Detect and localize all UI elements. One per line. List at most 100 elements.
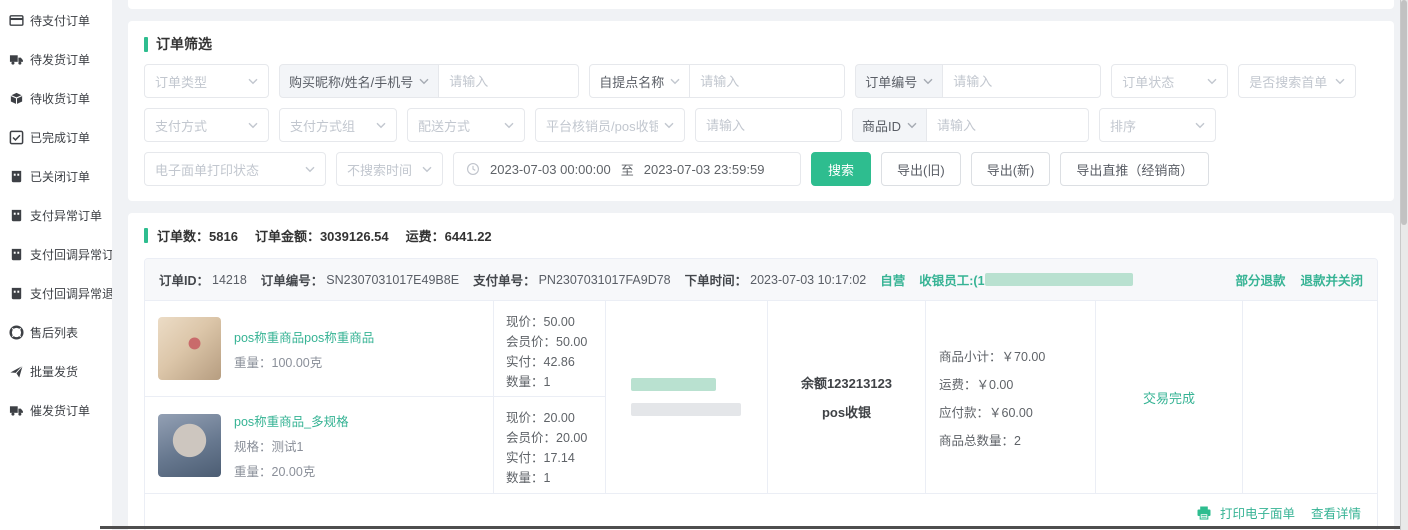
badge-icon xyxy=(9,208,24,223)
lifebuoy-icon xyxy=(9,325,24,340)
order-amount-stat: 订单金额：3039126.54 xyxy=(255,226,389,245)
product-name-link[interactable]: pos称重商品pos称重商品 xyxy=(234,327,374,346)
horizontal-scrollbar[interactable] xyxy=(100,526,1400,529)
chevron-down-icon xyxy=(305,166,315,173)
date-range-picker[interactable]: 2023-07-03 00:00:00 至 2023-07-03 23:59:5… xyxy=(453,152,801,186)
sidebar-item-callback-exception-order[interactable]: 支付回调异常订单 xyxy=(0,235,112,274)
chevron-down-icon xyxy=(248,78,258,85)
pos-clerk-select[interactable]: 平台核销员/pos收银员信 xyxy=(535,108,685,142)
time-search-mode-select[interactable]: 不搜索时间 xyxy=(336,152,443,186)
redacted-customer-phone xyxy=(631,403,741,416)
export-new-button[interactable]: 导出(新) xyxy=(971,152,1051,186)
order-stats-bar: 订单数：5816 订单金额：3039126.54 运费：6441.22 xyxy=(144,226,1378,245)
filter-row-1: 订单类型 购买昵称/姓名/手机号 自提点名称 xyxy=(144,64,1378,98)
order-management-page: 待支付订单 待发货订单 待收货订单 已完成订单 已关闭订单 支付异常订单 支付回… xyxy=(0,0,1408,530)
vertical-scrollbar-thumb[interactable] xyxy=(1401,0,1407,225)
product-member-price: 会员价：50.00 xyxy=(506,332,605,352)
product-name-link[interactable]: pos称重商品_多规格 xyxy=(234,411,349,430)
print-eorder-link[interactable]: 打印电子面单 xyxy=(1220,503,1295,522)
order-no-combo: 订单编号 xyxy=(855,64,1101,98)
partial-refund-link[interactable]: 部分退款 xyxy=(1235,270,1285,289)
pay-method-select[interactable]: 支付方式 xyxy=(144,108,269,142)
pickup-point-select[interactable]: 自提点名称 xyxy=(589,64,690,98)
chevron-down-icon xyxy=(419,78,429,85)
sidebar-item-aftersale-list[interactable]: 售后列表 xyxy=(0,313,112,352)
order-type-select[interactable]: 订单类型 xyxy=(144,64,269,98)
chevron-down-icon xyxy=(1207,78,1217,85)
sidebar-item-label: 支付异常订单 xyxy=(30,207,102,224)
chevron-down-icon xyxy=(664,122,674,129)
sort-select[interactable]: 排序 xyxy=(1099,108,1216,142)
sidebar-item-urge-shipment[interactable]: 催发货订单 xyxy=(0,391,112,430)
pos-clerk-input[interactable] xyxy=(695,108,842,142)
sidebar-item-completed[interactable]: 已完成订单 xyxy=(0,118,112,157)
sidebar-item-label: 已关闭订单 xyxy=(30,168,90,185)
package-icon xyxy=(9,91,24,106)
sidebar-item-label: 批量发货 xyxy=(30,363,78,380)
chevron-down-icon xyxy=(422,166,432,173)
order-status-select[interactable]: 订单状态 xyxy=(1111,64,1228,98)
sidebar-item-label: 待发货订单 xyxy=(30,51,90,68)
customer-column xyxy=(605,301,767,493)
export-old-button[interactable]: 导出(旧) xyxy=(881,152,961,186)
order-id-value: 14218 xyxy=(212,273,247,287)
chevron-down-icon xyxy=(376,122,386,129)
sidebar-item-label: 支付回调异常退款 xyxy=(30,285,112,302)
sidebar-item-label: 售后列表 xyxy=(30,324,78,341)
sidebar-item-pending-receipt[interactable]: 待收货订单 xyxy=(0,79,112,118)
order-count-stat: 订单数：5816 xyxy=(157,226,238,245)
filter-section-title: 订单筛选 xyxy=(144,34,1378,54)
product-price: 现价：50.00 xyxy=(506,312,605,332)
product-image xyxy=(158,317,221,380)
amount-payable: 应付款：￥60.00 xyxy=(939,402,1095,421)
truck-icon xyxy=(9,403,24,418)
badge-icon xyxy=(9,169,24,184)
sidebar-item-callback-exception-refund[interactable]: 支付回调异常退款 xyxy=(0,274,112,313)
title-accent-bar xyxy=(144,37,148,52)
order-card-body: pos称重商品pos称重商品 重量：100.00克 现价：50.00 会员价：5… xyxy=(145,301,1377,493)
chevron-down-icon xyxy=(1195,122,1205,129)
buyer-search-input[interactable] xyxy=(439,64,579,98)
search-button[interactable]: 搜索 xyxy=(811,152,871,186)
delivery-method-select[interactable]: 配送方式 xyxy=(407,108,525,142)
vertical-scrollbar[interactable] xyxy=(1400,0,1408,530)
order-list-card: 订单数：5816 订单金额：3039126.54 运费：6441.22 订单ID… xyxy=(128,213,1394,530)
product-column: pos称重商品pos称重商品 重量：100.00克 现价：50.00 会员价：5… xyxy=(145,301,605,493)
filter-row-3: 电子面单打印状态 不搜索时间 2023-07-03 00:00:00 至 202… xyxy=(144,152,1378,186)
stats-accent-bar xyxy=(144,228,148,243)
sidebar-item-pending-payment[interactable]: 待支付订单 xyxy=(0,1,112,40)
pickup-point-input[interactable] xyxy=(690,64,845,98)
order-header-actions: 部分退款 退款并关闭 xyxy=(1235,270,1363,289)
card-icon xyxy=(9,13,24,28)
product-spec: 规格：测试1 xyxy=(234,436,349,455)
goods-id-select[interactable]: 商品ID xyxy=(852,108,927,142)
eorder-print-status-select[interactable]: 电子面单打印状态 xyxy=(144,152,326,186)
sidebar-item-label: 待支付订单 xyxy=(30,12,90,29)
freight-stat: 运费：6441.22 xyxy=(406,226,492,245)
order-no-input[interactable] xyxy=(943,64,1101,98)
sidebar-item-closed[interactable]: 已关闭订单 xyxy=(0,157,112,196)
chevron-down-icon xyxy=(248,122,258,129)
goods-id-input[interactable] xyxy=(927,108,1089,142)
order-id-label: 订单ID： xyxy=(159,270,209,289)
order-time-value: 2023-07-03 10:17:02 xyxy=(750,273,866,287)
freight-total: 运费：￥0.00 xyxy=(939,374,1095,393)
refund-and-close-link[interactable]: 退款并关闭 xyxy=(1300,270,1363,289)
sidebar-item-batch-shipment[interactable]: 批量发货 xyxy=(0,352,112,391)
pay-method-group-select[interactable]: 支付方式组 xyxy=(279,108,397,142)
buyer-field-select[interactable]: 购买昵称/姓名/手机号 xyxy=(279,64,439,98)
chevron-down-icon xyxy=(923,78,933,85)
product-weight: 重量：20.00克 xyxy=(234,461,349,480)
first-order-select[interactable]: 是否搜索首单 xyxy=(1238,64,1356,98)
sidebar-item-label: 支付回调异常订单 xyxy=(30,246,112,263)
sidebar-item-label: 催发货订单 xyxy=(30,402,90,419)
pay-no-value: PN2307031017FA9D78 xyxy=(539,273,671,287)
date-range-end: 2023-07-03 23:59:59 xyxy=(644,162,765,177)
export-direct-button[interactable]: 导出直推（经销商） xyxy=(1060,152,1209,186)
product-image xyxy=(158,414,221,477)
view-detail-link[interactable]: 查看详情 xyxy=(1311,503,1361,522)
sidebar-item-pending-shipment[interactable]: 待发货订单 xyxy=(0,40,112,79)
order-no-select[interactable]: 订单编号 xyxy=(855,64,943,98)
date-range-start: 2023-07-03 00:00:00 xyxy=(490,162,611,177)
sidebar-item-payment-exception[interactable]: 支付异常订单 xyxy=(0,196,112,235)
